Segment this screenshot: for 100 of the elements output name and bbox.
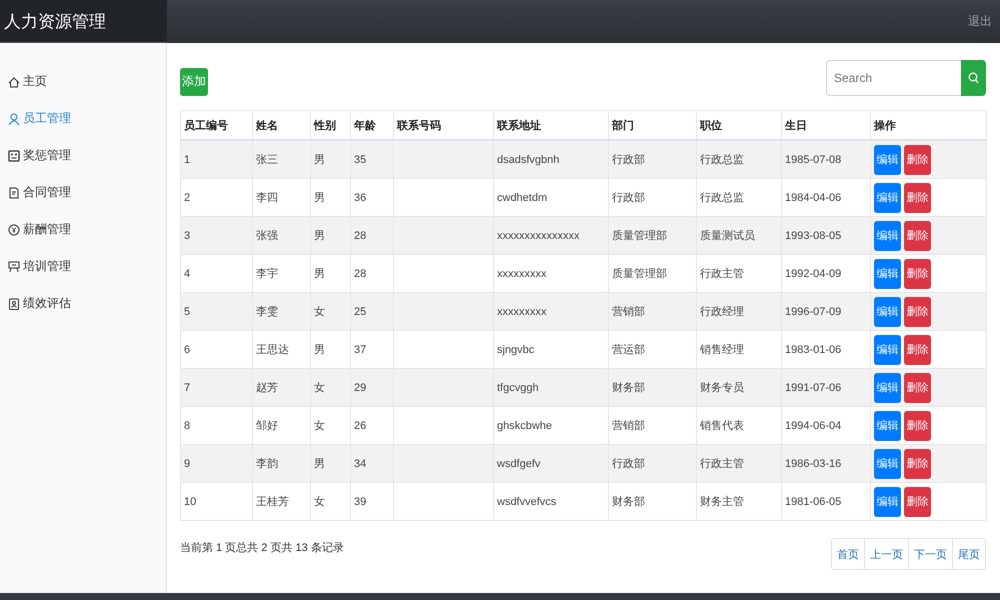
table-cell: 8 bbox=[184, 420, 190, 432]
table-cell: xxxxxxxxx bbox=[497, 268, 546, 280]
table-cell: 4 bbox=[184, 268, 190, 280]
page-link[interactable]: 下一页 bbox=[908, 539, 952, 569]
sidebar-item[interactable]: 薪酬管理 bbox=[0, 211, 166, 248]
table-cell: 5 bbox=[184, 306, 190, 318]
table-cell: xxxxxxxxxxxxxxx bbox=[497, 230, 580, 242]
table-cell: 6 bbox=[184, 344, 190, 356]
table-cell: 34 bbox=[354, 458, 366, 470]
table-cell: 李四 bbox=[256, 192, 278, 204]
table-cell: 1996-07-09 bbox=[785, 306, 842, 318]
delete-button[interactable]: 删除 bbox=[904, 448, 931, 478]
sidebar-item[interactable]: 主页 bbox=[0, 63, 166, 100]
table-cell: 质量管理部 bbox=[612, 268, 667, 280]
page-link[interactable]: 首页 bbox=[832, 539, 864, 569]
edit-button[interactable]: 编辑 bbox=[874, 486, 901, 516]
table-cell: 1993-08-05 bbox=[785, 230, 842, 242]
table-cell: 39 bbox=[354, 496, 366, 508]
table-cell: 1992-04-09 bbox=[785, 268, 842, 280]
table-cell: 行政总监 bbox=[700, 154, 744, 166]
table-cell: 1 bbox=[184, 154, 190, 166]
menu-item-icon bbox=[8, 186, 20, 198]
edit-button[interactable]: 编辑 bbox=[874, 182, 901, 212]
sidebar-item[interactable]: 绩效评估 bbox=[0, 285, 166, 322]
table-cell: 7 bbox=[184, 382, 190, 394]
delete-button[interactable]: 删除 bbox=[904, 410, 931, 440]
table-cell: 男 bbox=[314, 230, 325, 242]
table-cell: 28 bbox=[354, 230, 366, 242]
table-cell: 男 bbox=[314, 458, 325, 470]
table-cell: 财务专员 bbox=[700, 382, 744, 394]
logout-link[interactable]: 退出 bbox=[968, 13, 992, 30]
app-title: 人力资源管理 bbox=[0, 0, 167, 43]
table-cell: 行政部 bbox=[612, 458, 645, 470]
edit-button[interactable]: 编辑 bbox=[874, 220, 901, 250]
table-cell: 财务部 bbox=[612, 496, 645, 508]
menu-item-icon bbox=[8, 150, 20, 162]
edit-button[interactable]: 编辑 bbox=[874, 144, 901, 174]
table-cell: 张三 bbox=[256, 154, 278, 166]
sidebar-item[interactable]: 培训管理 bbox=[0, 248, 166, 285]
table-cell: wsdfgefv bbox=[497, 458, 540, 470]
table-cell: 女 bbox=[314, 496, 325, 508]
sidebar-item[interactable]: 奖惩管理 bbox=[0, 137, 166, 174]
table-cell: 营运部 bbox=[612, 344, 645, 356]
delete-button[interactable]: 删除 bbox=[904, 486, 931, 516]
table-cell: 9 bbox=[184, 458, 190, 470]
table-cell: 男 bbox=[314, 268, 325, 280]
table-cell: 2 bbox=[184, 192, 190, 204]
table-cell: xxxxxxxxx bbox=[497, 306, 546, 318]
delete-button[interactable]: 删除 bbox=[904, 334, 931, 364]
edit-button[interactable]: 编辑 bbox=[874, 372, 901, 402]
table-cell: ghskcbwhe bbox=[497, 420, 552, 432]
table-cell: 1994-06-04 bbox=[785, 420, 842, 432]
table-cell: 行政总监 bbox=[700, 192, 744, 204]
delete-button[interactable]: 删除 bbox=[904, 220, 931, 250]
table-cell: 李宇 bbox=[256, 268, 278, 280]
table-cell: 1983-01-06 bbox=[785, 344, 842, 356]
table-cell: 女 bbox=[314, 382, 325, 394]
table-cell: 赵芳 bbox=[256, 382, 278, 394]
search-field[interactable]: Search bbox=[826, 60, 961, 96]
table-cell: sjngvbc bbox=[497, 344, 534, 356]
add-button[interactable]: 添加 bbox=[180, 68, 208, 96]
table-cell: 王思达 bbox=[256, 344, 289, 356]
table-cell: 28 bbox=[354, 268, 366, 280]
edit-button[interactable]: 编辑 bbox=[874, 410, 901, 440]
table-cell: 36 bbox=[354, 192, 366, 204]
table-cell: 1984-04-06 bbox=[785, 192, 842, 204]
edit-button[interactable]: 编辑 bbox=[874, 448, 901, 478]
table-cell: 男 bbox=[314, 192, 325, 204]
delete-button[interactable]: 删除 bbox=[904, 144, 931, 174]
table-cell: 质量测试员 bbox=[700, 230, 755, 242]
delete-button[interactable]: 删除 bbox=[904, 258, 931, 288]
table-cell: 行政主管 bbox=[700, 268, 744, 280]
edit-button[interactable]: 编辑 bbox=[874, 258, 901, 288]
menu-item-icon bbox=[8, 112, 20, 124]
table-cell: 女 bbox=[314, 306, 325, 318]
table-cell: 1986-03-16 bbox=[785, 458, 842, 470]
search-icon bbox=[968, 72, 979, 84]
sidebar-item[interactable]: 员工管理 bbox=[0, 100, 166, 137]
table-cell: wsdfvvefvcs bbox=[497, 496, 556, 508]
menu-item-icon bbox=[8, 298, 20, 310]
menu-item-icon bbox=[8, 224, 20, 236]
page-link[interactable]: 上一页 bbox=[864, 539, 908, 569]
table-cell: 1985-07-08 bbox=[785, 154, 842, 166]
table-cell: 男 bbox=[314, 154, 325, 166]
delete-button[interactable]: 删除 bbox=[904, 182, 931, 212]
delete-button[interactable]: 删除 bbox=[904, 372, 931, 402]
search-button[interactable] bbox=[961, 60, 986, 96]
table-cell: 财务主管 bbox=[700, 496, 744, 508]
page-link[interactable]: 尾页 bbox=[952, 539, 985, 569]
sidebar-item[interactable]: 合同管理 bbox=[0, 174, 166, 211]
table-cell: 营销部 bbox=[612, 420, 645, 432]
edit-button[interactable]: 编辑 bbox=[874, 334, 901, 364]
table-cell: 1991-07-06 bbox=[785, 382, 842, 394]
table-cell: 男 bbox=[314, 344, 325, 356]
delete-button[interactable]: 删除 bbox=[904, 296, 931, 326]
menu-item-icon bbox=[8, 260, 20, 272]
menu-item-icon bbox=[8, 76, 20, 88]
table-cell: 29 bbox=[354, 382, 366, 394]
table-cell: 行政部 bbox=[612, 192, 645, 204]
edit-button[interactable]: 编辑 bbox=[874, 296, 901, 326]
